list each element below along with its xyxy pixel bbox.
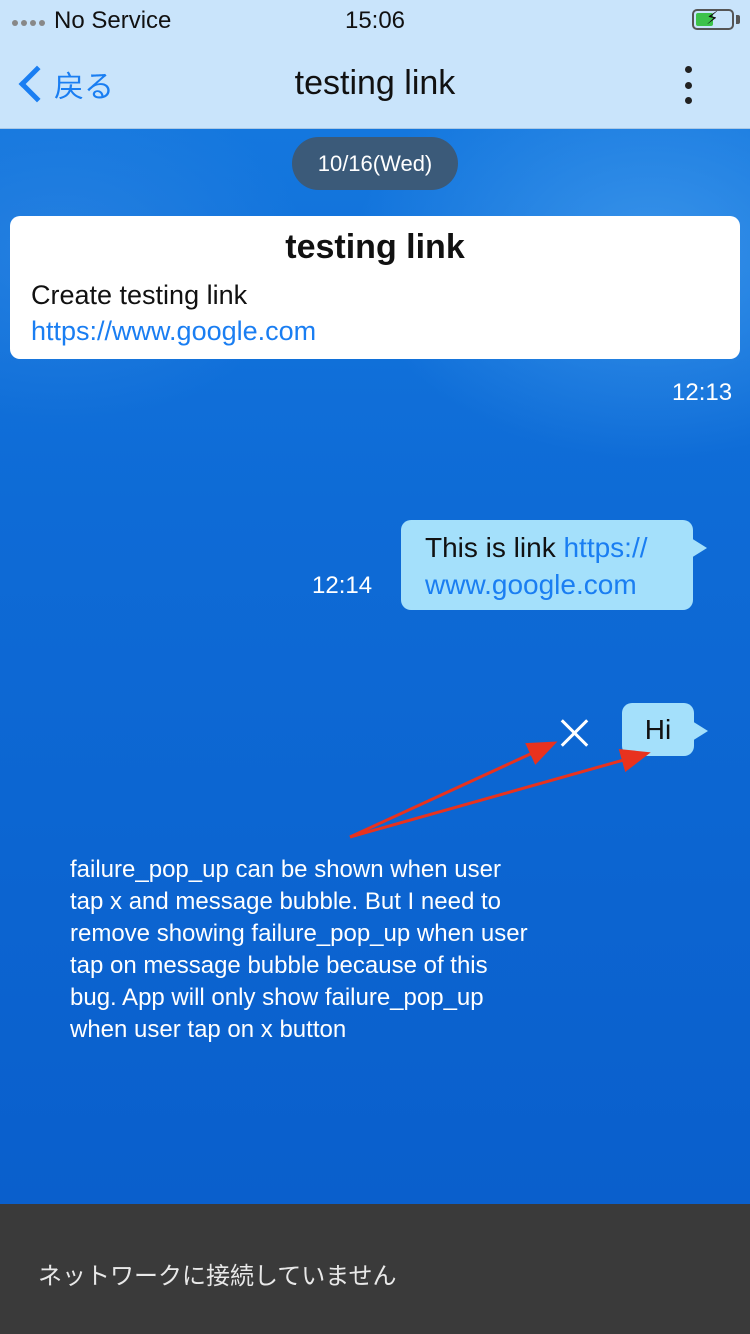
more-options-icon[interactable] bbox=[676, 66, 700, 104]
message-text: This is link bbox=[425, 532, 564, 563]
battery-icon: ⚡ bbox=[692, 8, 734, 30]
message-link[interactable]: https:// bbox=[563, 532, 647, 563]
chat-area[interactable]: 10/16(Wed) testing link Create testing l… bbox=[0, 129, 750, 1204]
arrow-to-x bbox=[349, 741, 558, 839]
card-body: Create testing link bbox=[31, 280, 248, 310]
message-link-cont[interactable]: www.google.com bbox=[425, 569, 637, 600]
resend-failed-x-icon[interactable] bbox=[560, 717, 590, 747]
page-title: testing link bbox=[294, 64, 456, 102]
message-text: Hi bbox=[644, 714, 672, 745]
bubble-tail bbox=[692, 721, 708, 741]
nav-bar: 戻る testing link bbox=[0, 40, 750, 129]
date-separator: 10/16(Wed) bbox=[292, 137, 458, 190]
battery-tip bbox=[736, 15, 740, 24]
network-status-bar: ネットワークに接続していません bbox=[0, 1204, 750, 1334]
status-bar: No Service 15:06 ⚡ bbox=[0, 0, 750, 40]
message-bubble[interactable]: This is link https:// www.google.com bbox=[401, 520, 707, 610]
failed-message-bubble[interactable]: Hi bbox=[622, 703, 708, 756]
bubble-tail bbox=[691, 538, 707, 558]
card-link[interactable]: https://www.google.com bbox=[31, 316, 316, 347]
status-time: 15:06 bbox=[344, 7, 406, 34]
system-message-time: 12:13 bbox=[672, 379, 733, 406]
network-status-message: ネットワークに接続していません bbox=[38, 1263, 397, 1290]
annotation-note: failure_pop_up can be shown when user ta… bbox=[70, 856, 528, 1043]
message-time: 12:14 bbox=[312, 572, 373, 599]
system-message-card: testing link Create testing link https:/… bbox=[10, 216, 740, 359]
arrow-to-bubble bbox=[349, 748, 651, 839]
card-title: testing link bbox=[285, 228, 465, 266]
